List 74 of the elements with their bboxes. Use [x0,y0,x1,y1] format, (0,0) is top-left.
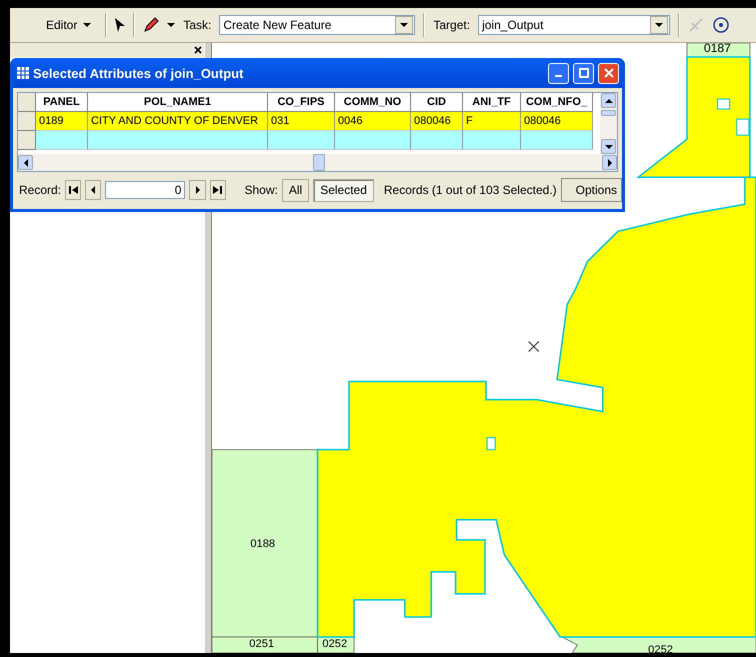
show-label: Show: [244,183,278,197]
up-arrow-icon [604,98,612,102]
caret-icon [604,144,612,148]
right-arrow-icon [608,158,612,166]
caret-icon [400,23,408,27]
rotate-icon[interactable] [712,16,730,34]
column-header[interactable]: CID [411,93,463,112]
table-cell: 080046 [521,112,593,131]
vertical-scrollbar[interactable] [600,93,617,154]
right-arrow-icon [196,186,200,194]
table-icon [17,67,29,79]
task-label: Task: [183,18,212,32]
parcel-hole [486,437,496,450]
show-toggle[interactable]: Selected [313,178,374,202]
scroll-thumb[interactable] [313,154,325,171]
caret-icon [655,23,664,27]
row-selector[interactable] [18,93,36,112]
parcel-label: 0252 [322,638,348,650]
table-cell [268,131,335,150]
maximize-button[interactable] [573,62,594,84]
parcel-hole [716,98,730,110]
previous-record-button[interactable] [85,180,102,200]
records-count: Records (1 out of 103 Selected.) [384,183,557,197]
column-header[interactable]: ANI_TF [463,93,521,112]
record-label: Record: [19,183,62,197]
table-cell: 0046 [335,112,411,131]
column-header[interactable]: PANEL [36,93,88,112]
caret-icon [83,23,92,27]
scroll-thumb[interactable] [601,110,616,116]
window-title: Selected Attributes of join_Output [33,66,244,80]
table-cell: 0189 [36,112,88,131]
parcel-label: 0251 [249,638,274,650]
last-icon [213,186,222,194]
parcel-label: 0252 [648,644,673,653]
table-cell [411,131,463,150]
column-header[interactable]: CO_FIPS [268,93,335,112]
column-header[interactable]: COM_NFO_ [521,93,593,112]
first-icon [68,186,78,194]
task-dropdown[interactable]: Create New Feature [219,15,416,35]
horizontal-scrollbar[interactable] [18,154,617,171]
caret-icon [167,23,176,27]
target-label: Target: [433,18,470,32]
parcel-label: 0188 [250,538,276,550]
show-toggle[interactable]: All [282,178,310,202]
pointer-icon[interactable] [115,18,126,32]
minimize-button[interactable] [548,62,569,84]
first-record-button[interactable] [65,180,82,200]
parcel-label: 0187 [704,43,731,55]
last-record-button[interactable] [210,180,226,200]
editor-menu[interactable]: Editor [40,16,98,34]
table-cell: CITY AND COUNTY OF DENVER [88,112,268,131]
next-record-button[interactable] [189,180,206,200]
table-cell [36,131,88,150]
row-selector[interactable] [18,112,36,131]
table-cell: 031 [268,112,335,131]
maximize-icon [578,68,588,78]
row-selector[interactable] [18,131,36,150]
target-dropdown[interactable]: join_Output [478,15,670,35]
table-cell: F [463,112,521,131]
pencil-icon[interactable] [143,17,160,33]
column-header[interactable]: POL_NAME1 [88,93,268,112]
table-cell: 080046 [411,112,463,131]
close-icon[interactable] [194,46,202,54]
close-button[interactable] [598,62,619,84]
cross-marker-icon [528,340,540,352]
table-cell [463,131,521,150]
close-icon [604,68,614,78]
left-arrow-icon [91,186,96,194]
options-button[interactable]: Options [560,178,622,202]
table-cell [521,131,593,150]
column-header[interactable]: COMM_NO [335,93,411,112]
record-field[interactable]: 0 [105,181,186,199]
left-arrow-icon [24,158,28,166]
parcel-hole [736,118,750,136]
